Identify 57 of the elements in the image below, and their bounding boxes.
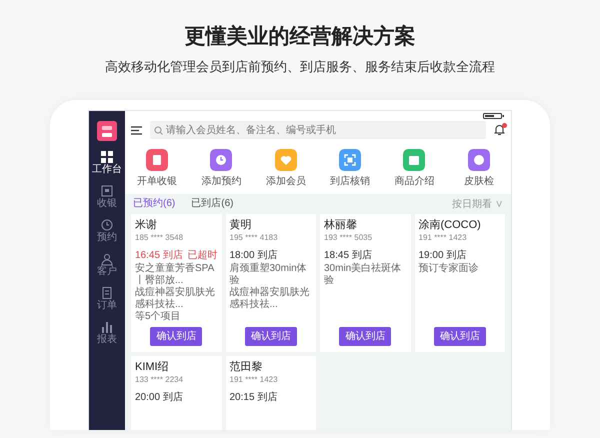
- customer-name: KIMI绍: [135, 361, 170, 374]
- person-icon: [100, 252, 114, 266]
- bar-chart-icon: [100, 320, 114, 334]
- app-logo-icon: [97, 121, 117, 141]
- action-button[interactable]: 添加会员: [254, 149, 318, 189]
- phone-number: 133 **** 2234: [135, 374, 184, 386]
- arrival-time: 16:45 到店: [135, 248, 183, 262]
- action-button[interactable]: 到店核销: [318, 149, 382, 189]
- arrival-time: 20:15 到店: [230, 390, 278, 406]
- customer-name: 林丽馨: [324, 219, 358, 232]
- action-button[interactable]: 开单收银: [125, 149, 190, 189]
- customer-name: 涂南(COCO): [418, 219, 482, 232]
- action-button[interactable]: 添加预约: [189, 149, 254, 189]
- tab[interactable]: 已到店(6): [191, 192, 234, 216]
- arrival-time: 18:45 到店: [324, 248, 372, 262]
- customer-name: 范田黎: [230, 361, 264, 374]
- service-item: 预订专家面诊: [418, 263, 480, 276]
- confirm-arrival-button[interactable]: 确认到店: [244, 327, 297, 346]
- sidebar-item[interactable]: 订单: [97, 286, 117, 311]
- action-button[interactable]: 皮肤检: [446, 149, 511, 189]
- subheadline: 高效移动化管理会员到店前预约、到店服务、服务结束后收款全流程: [105, 58, 495, 76]
- headline: 更懂美业的经营解决方案: [184, 24, 416, 50]
- customer-name: 米谢: [135, 219, 158, 232]
- grid-icon: [100, 150, 114, 164]
- battery-icon: [483, 113, 505, 119]
- clock-icon: [100, 218, 114, 232]
- phone-number: 195 **** 4183: [230, 232, 279, 244]
- service-item: 安之童童芳香SPA丨臀部放...: [135, 263, 216, 286]
- service-item: 战痘神器安肌肤光感科技祛...: [135, 287, 216, 311]
- sidebar-item[interactable]: 收银: [97, 184, 117, 209]
- service-item: 等5个项目: [135, 311, 182, 324]
- confirm-arrival-button[interactable]: 确认到店: [434, 327, 486, 346]
- menu-icon[interactable]: [131, 126, 142, 134]
- service-item: 战痘神器安肌肤光感科技祛...: [230, 287, 310, 312]
- phone-number: 191 **** 1423: [230, 374, 279, 386]
- arrival-time: 18:00 到店: [230, 248, 278, 262]
- sidebar-item[interactable]: 报表: [97, 320, 117, 345]
- action-button[interactable]: 商品介绍: [382, 149, 447, 189]
- phone-number: 193 **** 5035: [324, 232, 374, 244]
- service-item: 肩颈重塑30min体验: [230, 263, 308, 286]
- document-icon: [100, 286, 114, 300]
- overdue-status: 已超时: [188, 248, 218, 262]
- search-field[interactable]: 请输入会员姓名、备注名、编号或手机: [150, 121, 486, 139]
- sidebar-item[interactable]: 预约: [97, 218, 117, 243]
- customer-name: 黄明: [230, 219, 252, 232]
- notification-bell-icon[interactable]: [494, 124, 505, 136]
- arrival-time: 19:00 到店: [418, 248, 466, 262]
- sidebar-item[interactable]: 客户: [97, 252, 117, 277]
- arrival-time: 20:00 到店: [135, 390, 183, 406]
- service-item: 30min美白祛斑体验: [324, 263, 402, 288]
- confirm-arrival-button[interactable]: 确认到店: [150, 327, 202, 346]
- confirm-arrival-button[interactable]: 确认到店: [339, 327, 392, 346]
- sidebar-item[interactable]: 工作台: [92, 150, 122, 175]
- register-icon: [100, 184, 114, 198]
- phone-number: 191 **** 1423: [418, 232, 468, 244]
- sort-dropdown[interactable]: 按日期看 ∨: [452, 196, 503, 212]
- phone-number: 185 **** 3548: [135, 232, 184, 244]
